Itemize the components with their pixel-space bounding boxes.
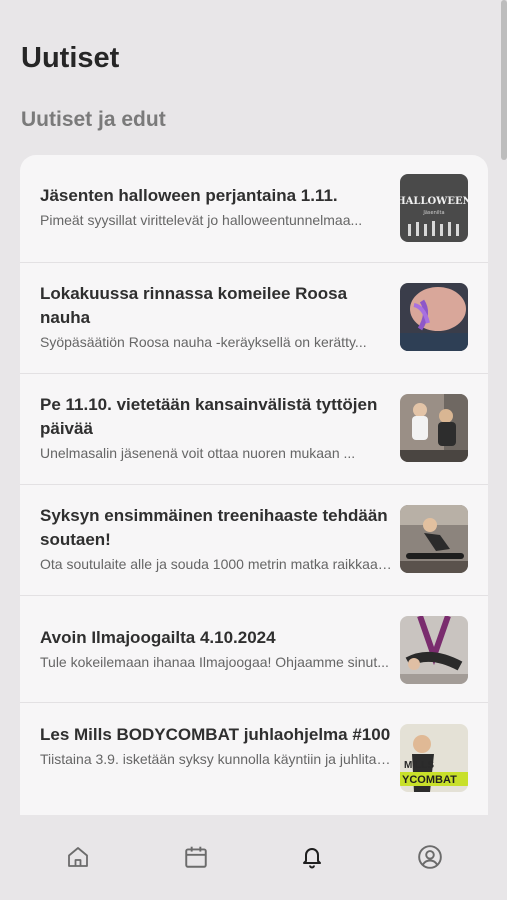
news-item-text: Jäsenten halloween perjantaina 1.11. Pim… bbox=[40, 184, 392, 229]
thumbnail-text: MILLS bbox=[404, 760, 434, 771]
news-excerpt: Unelmasalin jäsenenä voit ottaa nuoren m… bbox=[40, 445, 356, 461]
news-title: Les Mills BODYCOMBAT juhlaohjelma #100 bbox=[40, 725, 391, 744]
news-item-tyttojen-paiva[interactable]: Pe 11.10. vietetään kansainvälistä tyttö… bbox=[20, 374, 488, 485]
tab-profile[interactable] bbox=[410, 839, 450, 879]
thumbnail-subtext: YCOMBAT bbox=[402, 774, 457, 786]
news-item-ilmajooga[interactable]: Avoin Ilmajoogailta 4.10.2024 Tule kokei… bbox=[20, 596, 488, 703]
news-title: Pe 11.10. vietetään kansainvälistä tyttö… bbox=[40, 395, 378, 438]
bottom-tab-bar bbox=[0, 815, 507, 900]
news-title: Syksyn ensimmäinen treenihaaste tehdään … bbox=[40, 506, 388, 549]
news-title: Lokakuussa rinnassa komeilee Roosa nauha bbox=[40, 284, 348, 327]
thumbnail-text: HALLOWEEN bbox=[400, 196, 468, 207]
news-title: Avoin Ilmajoogailta 4.10.2024 bbox=[40, 628, 276, 647]
news-item-text: Avoin Ilmajoogailta 4.10.2024 Tule kokei… bbox=[40, 626, 392, 671]
news-item-treenihaaste[interactable]: Syksyn ensimmäinen treenihaaste tehdään … bbox=[20, 485, 488, 596]
news-excerpt: Tule kokeilemaan ihanaa Ilmajoogaa! Ohja… bbox=[40, 654, 389, 670]
news-thumbnail bbox=[400, 394, 468, 462]
news-item-text: Lokakuussa rinnassa komeilee Roosa nauha… bbox=[40, 282, 392, 351]
calendar-icon bbox=[183, 844, 209, 875]
bell-icon bbox=[300, 845, 324, 874]
news-title: Jäsenten halloween perjantaina 1.11. bbox=[40, 186, 338, 205]
news-excerpt: Pimeät syysillat virittelevät jo hallowe… bbox=[40, 212, 363, 228]
news-excerpt: Syöpäsäätiön Roosa nauha -keräyksellä on… bbox=[40, 334, 367, 350]
page-scrollbar[interactable] bbox=[501, 0, 507, 160]
news-thumbnail bbox=[400, 616, 468, 684]
news-item-text: Les Mills BODYCOMBAT juhlaohjelma #100 T… bbox=[40, 723, 392, 768]
page-title: Uutiset bbox=[21, 42, 120, 74]
tab-home[interactable] bbox=[58, 839, 98, 879]
news-item-halloween[interactable]: Jäsenten halloween perjantaina 1.11. Pim… bbox=[20, 155, 488, 263]
news-thumbnail bbox=[400, 283, 468, 351]
news-excerpt: Tiistaina 3.9. isketään syksy kunnolla k… bbox=[40, 751, 392, 767]
tab-notifications[interactable] bbox=[292, 839, 332, 879]
home-icon bbox=[66, 845, 90, 874]
thumbnail-subtext: Jäsenilta bbox=[422, 210, 444, 216]
tab-calendar[interactable] bbox=[176, 839, 216, 879]
news-list: Jäsenten halloween perjantaina 1.11. Pim… bbox=[20, 155, 488, 815]
news-thumbnail: HALLOWEEN Jäsenilta bbox=[400, 174, 468, 242]
news-thumbnail bbox=[400, 505, 468, 573]
news-item-roosa-nauha[interactable]: Lokakuussa rinnassa komeilee Roosa nauha… bbox=[20, 263, 488, 374]
section-title: Uutiset ja edut bbox=[21, 108, 166, 131]
news-excerpt: Ota soutulaite alle ja souda 1000 metrin… bbox=[40, 556, 392, 572]
news-item-text: Pe 11.10. vietetään kansainvälistä tyttö… bbox=[40, 393, 392, 462]
news-item-text: Syksyn ensimmäinen treenihaaste tehdään … bbox=[40, 504, 392, 573]
profile-icon bbox=[417, 844, 443, 875]
news-item-bodycombat[interactable]: Les Mills BODYCOMBAT juhlaohjelma #100 T… bbox=[20, 703, 488, 815]
news-thumbnail: MILLS YCOMBAT bbox=[400, 724, 468, 792]
